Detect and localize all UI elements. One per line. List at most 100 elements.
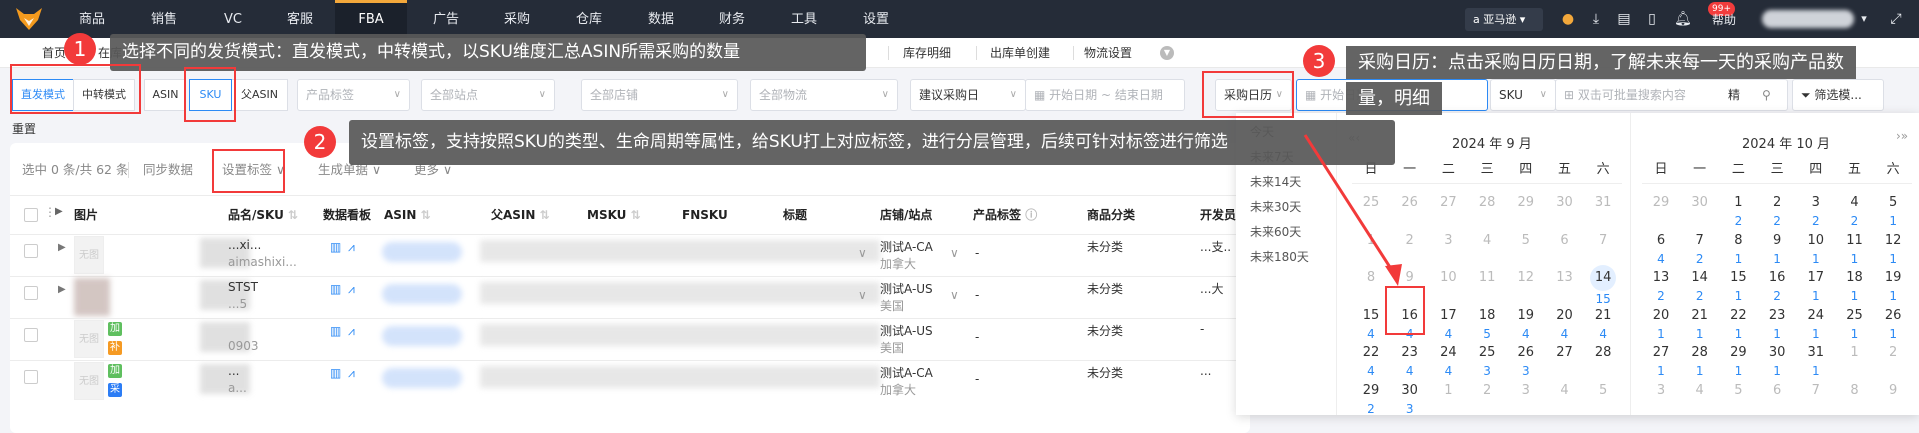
nav-purchase[interactable]: 采购 [481, 0, 553, 38]
calendar-day[interactable]: 25 3 [1468, 343, 1506, 379]
calendar-day[interactable]: 8 [1352, 268, 1390, 288]
expand-all-icon[interactable]: ▶ [55, 206, 63, 217]
bar-chart-icon[interactable]: ▥ [330, 240, 341, 254]
purchase-count[interactable]: 2 [1758, 213, 1796, 229]
product-name[interactable]: ... [228, 364, 239, 378]
calendar-day[interactable]: 28 1 [1681, 343, 1719, 379]
product-name[interactable]: ...xi... [228, 238, 261, 252]
purchase-count[interactable]: 4 [1507, 326, 1545, 342]
calendar-day[interactable]: 5 [1584, 381, 1622, 401]
chevron-down-icon[interactable]: ∨ [858, 288, 867, 302]
purchase-count[interactable]: 1 [1758, 326, 1796, 342]
calendar-day[interactable]: 30 3 [1391, 381, 1429, 417]
calendar-day[interactable]: 25 [1352, 193, 1390, 213]
purchase-count[interactable]: 1 [1874, 213, 1912, 229]
mobile-icon[interactable]: ▯ [1644, 10, 1660, 28]
calendar-day[interactable]: 2 [1468, 381, 1506, 401]
calendar-day[interactable]: 27 [1546, 343, 1584, 363]
calendar-day[interactable]: 3 [1507, 381, 1545, 401]
calendar-day[interactable]: 21 1 [1681, 306, 1719, 342]
calendar-day[interactable]: 6 [1758, 381, 1796, 401]
calendar-day[interactable]: 64 [1642, 231, 1680, 267]
purchase-count[interactable]: 1 [1681, 363, 1719, 379]
purchase-count[interactable]: 3 [1468, 363, 1506, 379]
calendar-day[interactable]: 10 [1429, 268, 1467, 288]
help-link[interactable]: 帮助 [1712, 0, 1736, 38]
purchase-count[interactable]: 1 [1719, 251, 1757, 267]
bar-chart-icon[interactable]: ▥ [330, 324, 341, 338]
calendar-day[interactable]: 3 [1642, 381, 1680, 401]
purchase-count[interactable]: 3 [1507, 363, 1545, 379]
calendar-day[interactable]: 32 [1797, 193, 1835, 229]
subnav-logistics-settings[interactable]: 物流设置 [1084, 38, 1132, 68]
purchase-count[interactable]: 1 [1797, 326, 1835, 342]
subnav-home[interactable]: 首页 [42, 38, 66, 68]
calendar-day[interactable]: 29 [1642, 193, 1680, 213]
trend-chart-icon[interactable]: ⩘ [348, 324, 355, 339]
calendar-day[interactable]: 81 [1719, 231, 1757, 267]
calendar-day[interactable]: 4 [1468, 231, 1506, 251]
purchase-count[interactable]: 1 [1797, 288, 1835, 304]
calendar-shortcut[interactable]: 未来30天 [1250, 198, 1301, 215]
calendar-day[interactable]: 1 [1429, 381, 1467, 401]
nav-service[interactable]: 客服 [264, 0, 336, 38]
bar-chart-icon[interactable]: ▥ [330, 366, 341, 380]
expand-row-icon[interactable]: ▶ [58, 284, 66, 295]
column-header[interactable]: 品名/SKU ⇅ [228, 196, 298, 234]
purchase-count[interactable]: 2 [1681, 251, 1719, 267]
nav-products[interactable]: 商品 [56, 0, 128, 38]
download-icon[interactable]: ⤓ [1588, 10, 1604, 28]
calendar-day[interactable]: 14 2 [1681, 268, 1719, 304]
calendar-day[interactable]: 7 [1797, 381, 1835, 401]
purchase-count[interactable]: 1 [1797, 363, 1835, 379]
purchase-count[interactable]: 3 [1391, 401, 1429, 417]
calendar-day[interactable]: 9 [1391, 268, 1429, 288]
site-select[interactable]: 全部站点 ∨ [421, 79, 555, 111]
nav-tools[interactable]: 工具 [768, 0, 840, 38]
calendar-day[interactable]: 18 1 [1836, 268, 1874, 304]
sync-data-button[interactable]: 同步数据 [143, 150, 193, 190]
fullscreen-icon[interactable]: ⤢ [1888, 10, 1904, 28]
calendar-day[interactable]: 10 1 [1797, 231, 1835, 267]
purchase-count[interactable]: 1 [1836, 251, 1874, 267]
purchase-count[interactable]: 4 [1391, 326, 1429, 342]
purchase-count[interactable]: 1 [1642, 363, 1680, 379]
column-header[interactable]: ASIN ⇅ [384, 196, 431, 234]
calendar-day[interactable]: 91 [1758, 231, 1796, 267]
dim-parent-asin[interactable]: 父ASIN [232, 79, 288, 111]
calendar-day[interactable]: 22 [1758, 193, 1796, 229]
calendar-day[interactable]: 8 [1836, 381, 1874, 401]
reset-link[interactable]: 重置 [12, 120, 36, 137]
purchase-count[interactable]: 1 [1681, 326, 1719, 342]
purchase-count[interactable]: 1 [1797, 251, 1835, 267]
calendar-day[interactable]: 27 [1429, 193, 1467, 213]
subnav-outbound-create[interactable]: 出库单创建 [990, 38, 1050, 68]
purchase-count[interactable]: 1 [1836, 288, 1874, 304]
purchase-count[interactable]: 4 [1429, 326, 1467, 342]
purchase-count[interactable]: 1 [1836, 326, 1874, 342]
calendar-day[interactable]: 30 [1681, 193, 1719, 213]
row-checkbox[interactable] [24, 328, 38, 342]
calendar-shortcut[interactable]: 未来180天 [1250, 248, 1309, 265]
purchase-count[interactable]: 4 [1584, 326, 1622, 342]
calendar-day[interactable]: 7 [1584, 231, 1622, 251]
row-checkbox[interactable] [24, 244, 38, 258]
calendar-day[interactable]: 22 1 [1719, 306, 1757, 342]
purchase-count[interactable]: 4 [1352, 363, 1390, 379]
calendar-day[interactable]: 24 4 [1429, 343, 1467, 379]
document-add-icon[interactable]: ▤ [1616, 10, 1632, 28]
calendar-day[interactable]: 1 [1836, 343, 1874, 363]
mode-direct[interactable]: 直发模式 [12, 79, 74, 111]
purchase-count[interactable]: 1 [1642, 326, 1680, 342]
calendar-day[interactable]: 12 [1507, 268, 1545, 288]
calendar-day[interactable]: 31 [1584, 193, 1622, 213]
nav-warehouse[interactable]: 仓库 [553, 0, 625, 38]
calendar-day[interactable]: 11 1 [1836, 231, 1874, 267]
product-tag-select[interactable]: 产品标签 ∨ [297, 79, 410, 111]
mode-transit[interactable]: 中转模式 [73, 79, 135, 111]
calendar-day[interactable]: 15 4 [1352, 306, 1390, 342]
avatar[interactable] [1762, 10, 1854, 28]
calendar-day[interactable]: 26 1 [1874, 306, 1912, 342]
calendar-day[interactable]: 31 1 [1797, 343, 1835, 379]
purchase-count[interactable]: 2 [1352, 401, 1390, 417]
